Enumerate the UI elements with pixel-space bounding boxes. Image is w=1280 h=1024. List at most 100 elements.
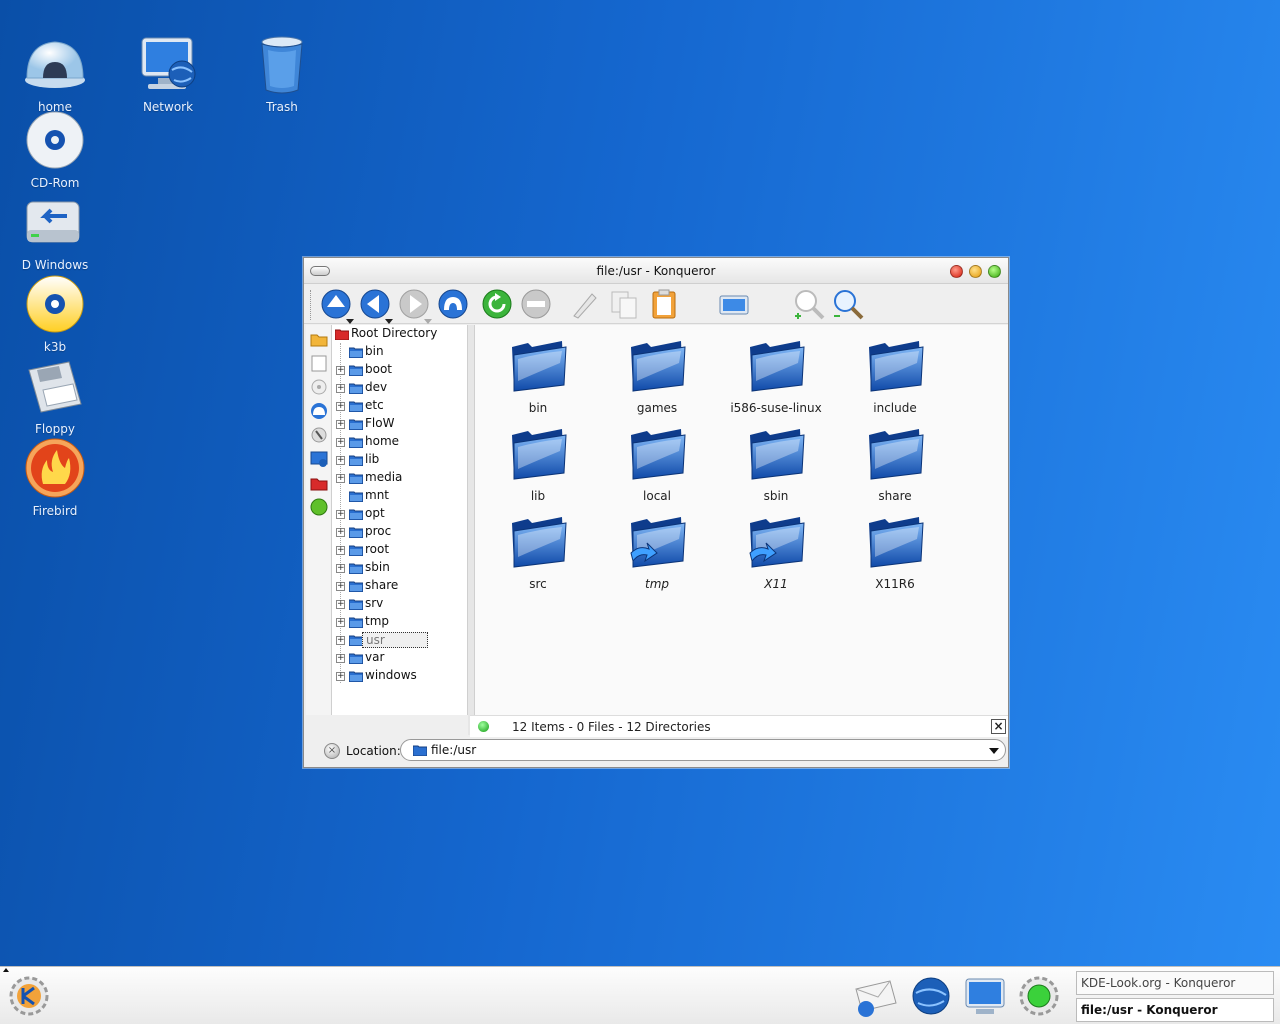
tree-item-bin[interactable]: bin [332,343,467,361]
settings-launcher[interactable] [1016,973,1062,1019]
expand-icon[interactable]: + [336,600,345,609]
chevron-down-icon[interactable] [989,748,999,754]
minimize-button[interactable] [969,265,982,278]
tree-item-var[interactable]: + var [332,649,467,667]
expand-icon[interactable]: + [336,402,345,411]
tree-item-srv[interactable]: + srv [332,595,467,613]
desktop-icon-firebird[interactable]: Firebird [5,438,105,518]
folder-icon [349,563,363,574]
expand-icon[interactable]: + [336,420,345,429]
directory-tree[interactable]: Root Directory bin + boot + dev + etc + FloW + home… [332,325,468,715]
tree-item-tmp[interactable]: + tmp [332,613,467,631]
tab-root-folder[interactable] [309,473,329,493]
reload-button[interactable] [481,288,513,320]
desktop-icon-k3b[interactable]: k3b [5,274,105,354]
tree-item-etc[interactable]: + etc [332,397,467,415]
desktop-icon-floppy[interactable]: Floppy [5,356,105,436]
desktop-icon-cdrom[interactable]: CD-Rom [5,110,105,190]
cut-button[interactable] [568,288,600,320]
tab-extra[interactable] [309,497,329,517]
toolbar-grip[interactable] [310,290,313,320]
expand-icon[interactable]: + [336,582,345,591]
tab-network[interactable] [309,449,329,469]
tree-item-mnt[interactable]: mnt [332,487,467,505]
zoom-out-button[interactable] [831,288,864,320]
expand-icon[interactable]: + [336,654,345,663]
expand-icon[interactable]: + [336,438,345,447]
tree-item-media[interactable]: + media [332,469,467,487]
file-item-tmp[interactable]: tmp [602,509,712,597]
close-button[interactable] [950,265,963,278]
file-item-src[interactable]: src [483,509,593,597]
location-input[interactable]: file:/usr [400,739,1006,761]
tab-bookmarks[interactable] [309,329,329,349]
tree-item-sbin[interactable]: + sbin [332,559,467,577]
tree-item-opt[interactable]: + opt [332,505,467,523]
expand-icon[interactable]: + [336,636,345,645]
file-item-x11r6[interactable]: X11R6 [840,509,950,597]
tree-item-usr[interactable]: + usr [332,631,467,649]
desktop-icon-dwindows[interactable]: D Windows [5,192,105,272]
file-item-share[interactable]: share [840,421,950,509]
tab-home[interactable] [309,401,329,421]
expand-icon[interactable]: + [336,510,345,519]
expand-icon[interactable]: + [336,618,345,627]
tree-item-boot[interactable]: + boot [332,361,467,379]
tree-root[interactable]: Root Directory [332,325,467,343]
forward-button[interactable] [398,288,432,324]
tree-item-dev[interactable]: + dev [332,379,467,397]
clear-location-button[interactable]: × [324,743,340,759]
tree-item-flow[interactable]: + FloW [332,415,467,433]
expand-icon[interactable]: + [336,384,345,393]
folder-icon [349,671,363,682]
file-item-include[interactable]: include [840,333,950,421]
file-item-sbin[interactable]: sbin [721,421,831,509]
expand-icon[interactable]: + [336,672,345,681]
desktop-icon-network[interactable]: Network [118,34,218,114]
back-button[interactable] [359,288,393,324]
print-button[interactable] [718,288,750,320]
tree-item-share[interactable]: + share [332,577,467,595]
stop-button[interactable] [520,288,552,320]
desktop-icon-home[interactable]: home [5,34,105,114]
home-button[interactable] [437,288,469,320]
tree-item-label: Root Directory [351,326,438,340]
tab-history[interactable] [309,353,329,373]
expand-icon[interactable]: + [336,528,345,537]
expand-icon[interactable]: + [336,546,345,555]
task-button[interactable]: KDE-Look.org - Konqueror [1076,971,1274,995]
copy-button[interactable] [608,288,640,320]
paste-button[interactable] [648,288,680,320]
tab-services[interactable] [309,425,329,445]
file-item-games[interactable]: games [602,333,712,421]
task-button[interactable]: file:/usr - Konqueror [1076,998,1274,1022]
mail-launcher[interactable] [852,973,898,1019]
up-button[interactable] [320,288,354,324]
tree-item-proc[interactable]: + proc [332,523,467,541]
title-bar[interactable]: file:/usr - Konqueror [304,258,1008,284]
tree-item-home[interactable]: + home [332,433,467,451]
expand-icon[interactable]: + [336,366,345,375]
zoom-in-button[interactable] [792,288,825,320]
desktop-launcher[interactable] [962,973,1008,1019]
expand-icon[interactable]: + [336,564,345,573]
file-icon-view[interactable]: bin games i586-suse-linux include lib local sb… [474,325,1008,715]
close-view-button[interactable]: × [991,719,1006,734]
desktop-icon-trash[interactable]: Trash [232,34,332,114]
panel-hide-arrow-icon[interactable] [3,968,9,972]
kde-menu-button[interactable] [6,973,52,1019]
tree-item-windows[interactable]: + windows [332,667,467,685]
file-item-i586-suse-linux[interactable]: i586-suse-linux [721,333,831,421]
file-item-lib[interactable]: lib [483,421,593,509]
tree-item-lib[interactable]: + lib [332,451,467,469]
konqueror-window[interactable]: file:/usr - Konqueror Root Directory bin… [303,257,1009,768]
file-item-bin[interactable]: bin [483,333,593,421]
tab-media[interactable] [309,377,329,397]
expand-icon[interactable]: + [336,456,345,465]
maximize-button[interactable] [988,265,1001,278]
expand-icon[interactable]: + [336,474,345,483]
browser-launcher[interactable] [908,973,954,1019]
file-item-local[interactable]: local [602,421,712,509]
tree-item-root[interactable]: + root [332,541,467,559]
file-item-x11[interactable]: X11 [721,509,831,597]
